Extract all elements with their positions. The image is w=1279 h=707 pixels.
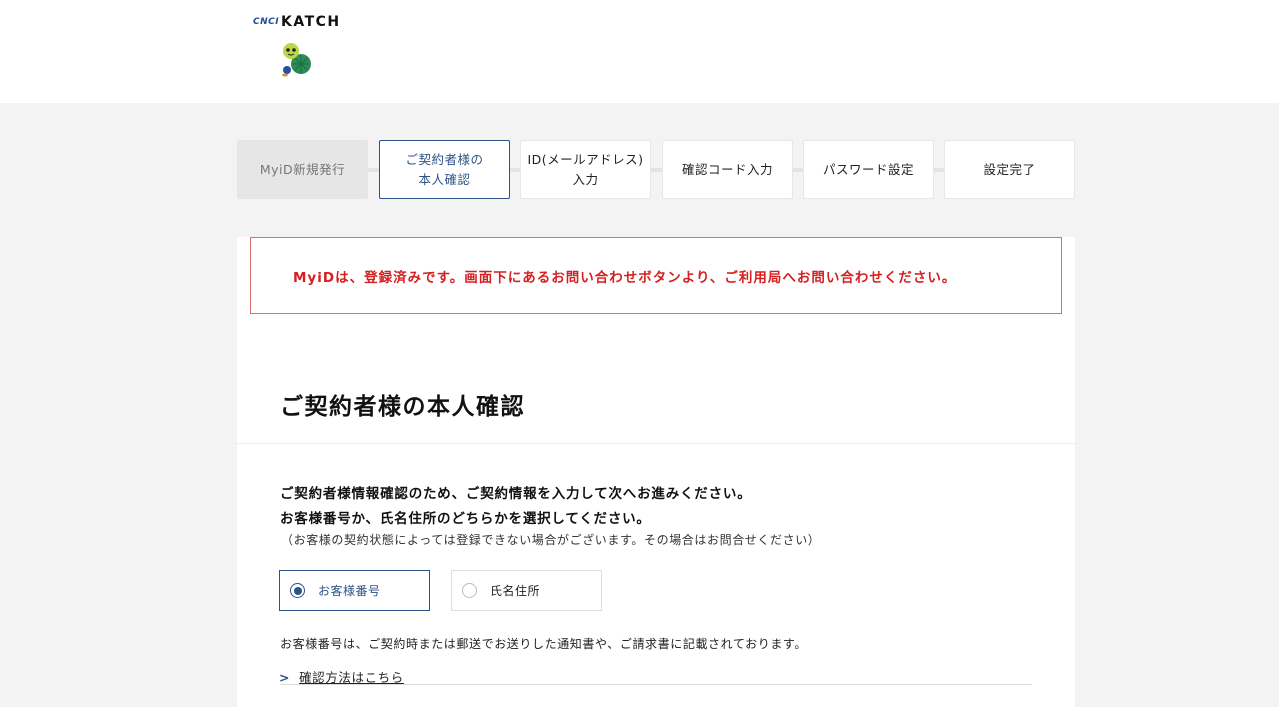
step-myid-issue: MyiD新規発行: [237, 140, 368, 199]
radio-unchecked-icon: [462, 583, 477, 598]
radio-customer-number[interactable]: お客様番号: [279, 570, 430, 611]
main-card: MyiDは、登録済みです。画面下にあるお問い合わせボタンより、ご利用局へお問い合…: [237, 237, 1075, 707]
site-header: CNCI KATCH: [0, 0, 1279, 103]
customer-number-description: お客様番号は、ご契約時または郵送でお送りした通知書や、ご請求書に記載されておりま…: [280, 637, 807, 651]
step-complete: 設定完了: [944, 140, 1075, 199]
step-code-input: 確認コード入力: [662, 140, 793, 199]
mascot-icon: [282, 43, 311, 77]
instruction-line-2: お客様番号か、氏名住所のどちらかを選択してください。: [280, 511, 651, 527]
katch-logo: KATCH: [281, 14, 341, 30]
radio-checked-icon: [290, 583, 305, 598]
instruction-note: （お客様の契約状態によっては登録できない場合がございます。その場合はお問合せくだ…: [281, 533, 821, 547]
step-password-setup: パスワード設定: [803, 140, 934, 199]
section-divider: [237, 443, 1075, 444]
confirm-method-link-label: 確認方法はこちら: [299, 670, 404, 685]
error-alert: MyiDは、登録済みです。画面下にあるお問い合わせボタンより、ご利用局へお問い合…: [250, 237, 1062, 314]
radio-name-address[interactable]: 氏名住所: [451, 570, 602, 611]
radio-customer-number-label: お客様番号: [318, 584, 381, 598]
instruction-line-1: ご契約者様情報確認のため、ご契約情報を入力して次へお進みください。: [280, 486, 752, 502]
step-id-input: ID(メールアドレス) 入力: [520, 140, 651, 199]
step-identity-check: ご契約者様の 本人確認: [379, 140, 510, 199]
progress-steps: MyiD新規発行 ご契約者様の 本人確認 ID(メールアドレス) 入力 確認コー…: [237, 140, 1075, 199]
page-title: ご契約者様の本人確認: [280, 394, 525, 420]
error-message: MyiDは、登録済みです。画面下にあるお問い合わせボタンより、ご利用局へお問い合…: [293, 269, 957, 286]
chevron-right-icon: >: [279, 670, 291, 685]
link-divider: [280, 684, 1032, 685]
cnci-logo: CNCI: [253, 17, 280, 27]
radio-name-address-label: 氏名住所: [490, 584, 541, 598]
